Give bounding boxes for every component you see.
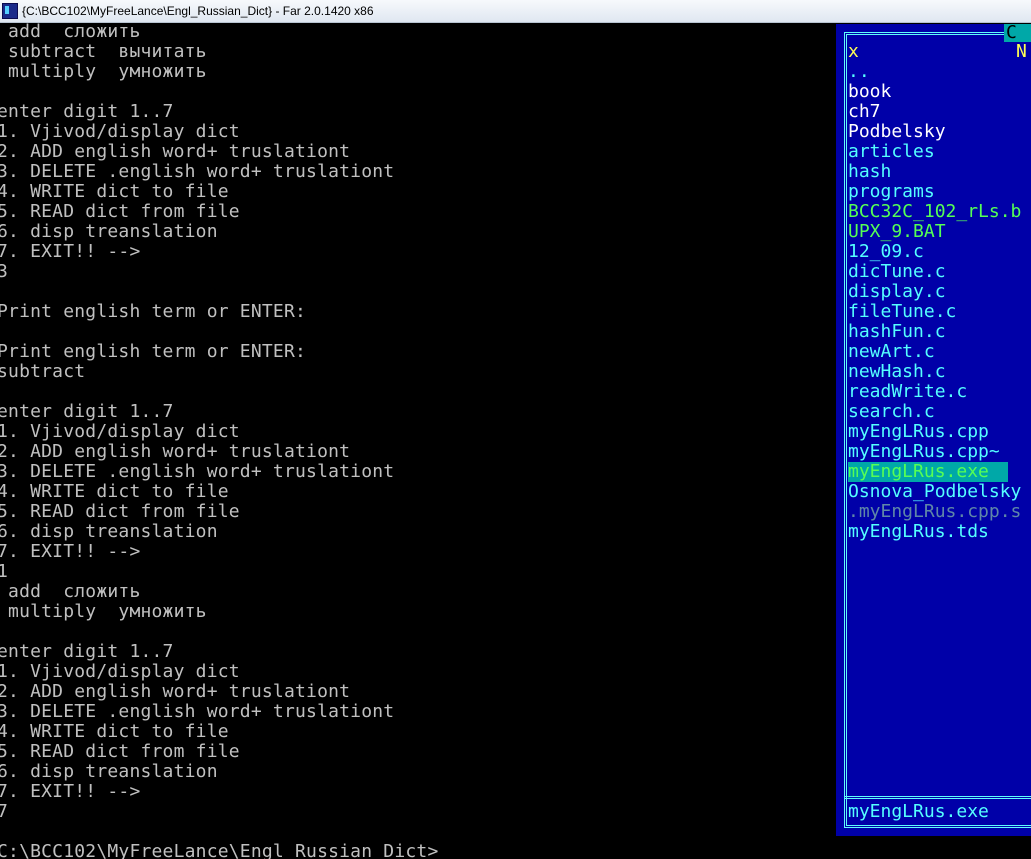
file-item[interactable]: display.c — [848, 282, 1031, 302]
file-item[interactable]: fileTune.c — [848, 302, 1031, 322]
file-list: .. book ch7 Podbelsky articles hash programs BC… — [848, 62, 1031, 542]
file-item[interactable]: BCC32C_102_rLs.b — [848, 202, 1031, 222]
console-line: 2. ADD english word+ truslationt — [0, 141, 351, 162]
console-line: 4. WRITE dict to file — [0, 481, 229, 502]
file-item[interactable]: readWrite.c — [848, 382, 1031, 402]
file-item[interactable]: Podbelsky — [848, 122, 1031, 142]
console-line: 7 — [0, 801, 9, 822]
panel-divider — [844, 796, 1031, 799]
console-line: 5. READ dict from file — [0, 741, 240, 762]
file-item[interactable]: UPX_9.BAT — [848, 222, 1031, 242]
file-item[interactable]: search.c — [848, 402, 1031, 422]
console-line: 6. disp treanslation — [0, 221, 218, 242]
console-line: Print english term or ENTER: — [0, 301, 307, 322]
console-line: add сложить — [0, 581, 141, 602]
console-line: 6. disp treanslation — [0, 761, 218, 782]
console-output[interactable]: add сложить subtract вычитать multiply у… — [0, 22, 837, 859]
file-item[interactable]: .myEngLRus.cpp.s — [848, 502, 1031, 522]
console-line: 5. READ dict from file — [0, 501, 240, 522]
panel-drive-tab[interactable]: C — [1004, 24, 1031, 42]
console-line: 3 — [0, 261, 9, 282]
console-line: 7. EXIT!! --> — [0, 541, 141, 562]
console-line: subtract вычитать — [0, 41, 207, 62]
console-line: 4. WRITE dict to file — [0, 181, 229, 202]
file-item[interactable]: newHash.c — [848, 362, 1031, 382]
file-item[interactable]: dicTune.c — [848, 262, 1031, 282]
console-line: enter digit 1..7 — [0, 101, 174, 122]
file-item[interactable]: .. — [848, 62, 1031, 82]
console-line: 5. READ dict from file — [0, 201, 240, 222]
console-line: 3. DELETE .english word+ truslationt — [0, 701, 395, 722]
console-line: 3. DELETE .english word+ truslationt — [0, 161, 395, 182]
column-header-x: x — [848, 41, 859, 62]
column-header-name: N — [1016, 41, 1027, 62]
file-item-selected[interactable]: myEngLRus.exe — [848, 462, 1008, 482]
file-item[interactable]: myEngLRus.cpp — [848, 422, 1031, 442]
console-line: 2. ADD english word+ truslationt — [0, 441, 351, 462]
file-item[interactable]: articles — [848, 142, 1031, 162]
console-line: 1. Vjivod/display dict — [0, 121, 240, 142]
console-line: 7. EXIT!! --> — [0, 241, 141, 262]
console-line: 1 — [0, 561, 9, 582]
file-item[interactable]: myEngLRus.cpp~ — [848, 442, 1031, 462]
console-line: subtract — [0, 361, 86, 382]
console-line: multiply умножить — [0, 601, 207, 622]
console-line: 1. Vjivod/display dict — [0, 421, 240, 442]
file-item[interactable]: newArt.c — [848, 342, 1031, 362]
console-line: 3. DELETE .english word+ truslationt — [0, 461, 395, 482]
panel-status-filename: myEngLRus.exe — [848, 801, 989, 822]
far-app-icon[interactable] — [2, 3, 18, 19]
console-line: 2. ADD english word+ truslationt — [0, 681, 351, 702]
file-item[interactable]: ch7 — [848, 102, 1031, 122]
console-line: enter digit 1..7 — [0, 641, 174, 662]
file-item[interactable]: programs — [848, 182, 1031, 202]
console-line: enter digit 1..7 — [0, 401, 174, 422]
console-line: add сложить — [0, 22, 141, 42]
window-titlebar: {C:\BCC102\MyFreeLance\Engl_Russian_Dict… — [0, 0, 1031, 23]
file-item[interactable]: 12_09.c — [848, 242, 1031, 262]
far-file-panel[interactable]: C x N .. book ch7 Podbelsky articles hash prog… — [836, 24, 1031, 836]
file-item[interactable]: Osnova_Podbelsky — [848, 482, 1031, 502]
console-line: Print english term or ENTER: — [0, 341, 307, 362]
console-line: 6. disp treanslation — [0, 521, 218, 542]
file-item[interactable]: book — [848, 82, 1031, 102]
console-line: 1. Vjivod/display dict — [0, 661, 240, 682]
console-line: C:\BCC102\MyFreeLance\Engl_Russian_Dict> — [0, 841, 439, 859]
console-line: 4. WRITE dict to file — [0, 721, 229, 742]
file-item[interactable]: hash — [848, 162, 1031, 182]
file-item[interactable]: myEngLRus.tds — [848, 522, 1031, 542]
file-item[interactable]: hashFun.c — [848, 322, 1031, 342]
window-title: {C:\BCC102\MyFreeLance\Engl_Russian_Dict… — [22, 4, 374, 18]
console-line: 7. EXIT!! --> — [0, 781, 141, 802]
console-line: multiply умножить — [0, 61, 207, 82]
